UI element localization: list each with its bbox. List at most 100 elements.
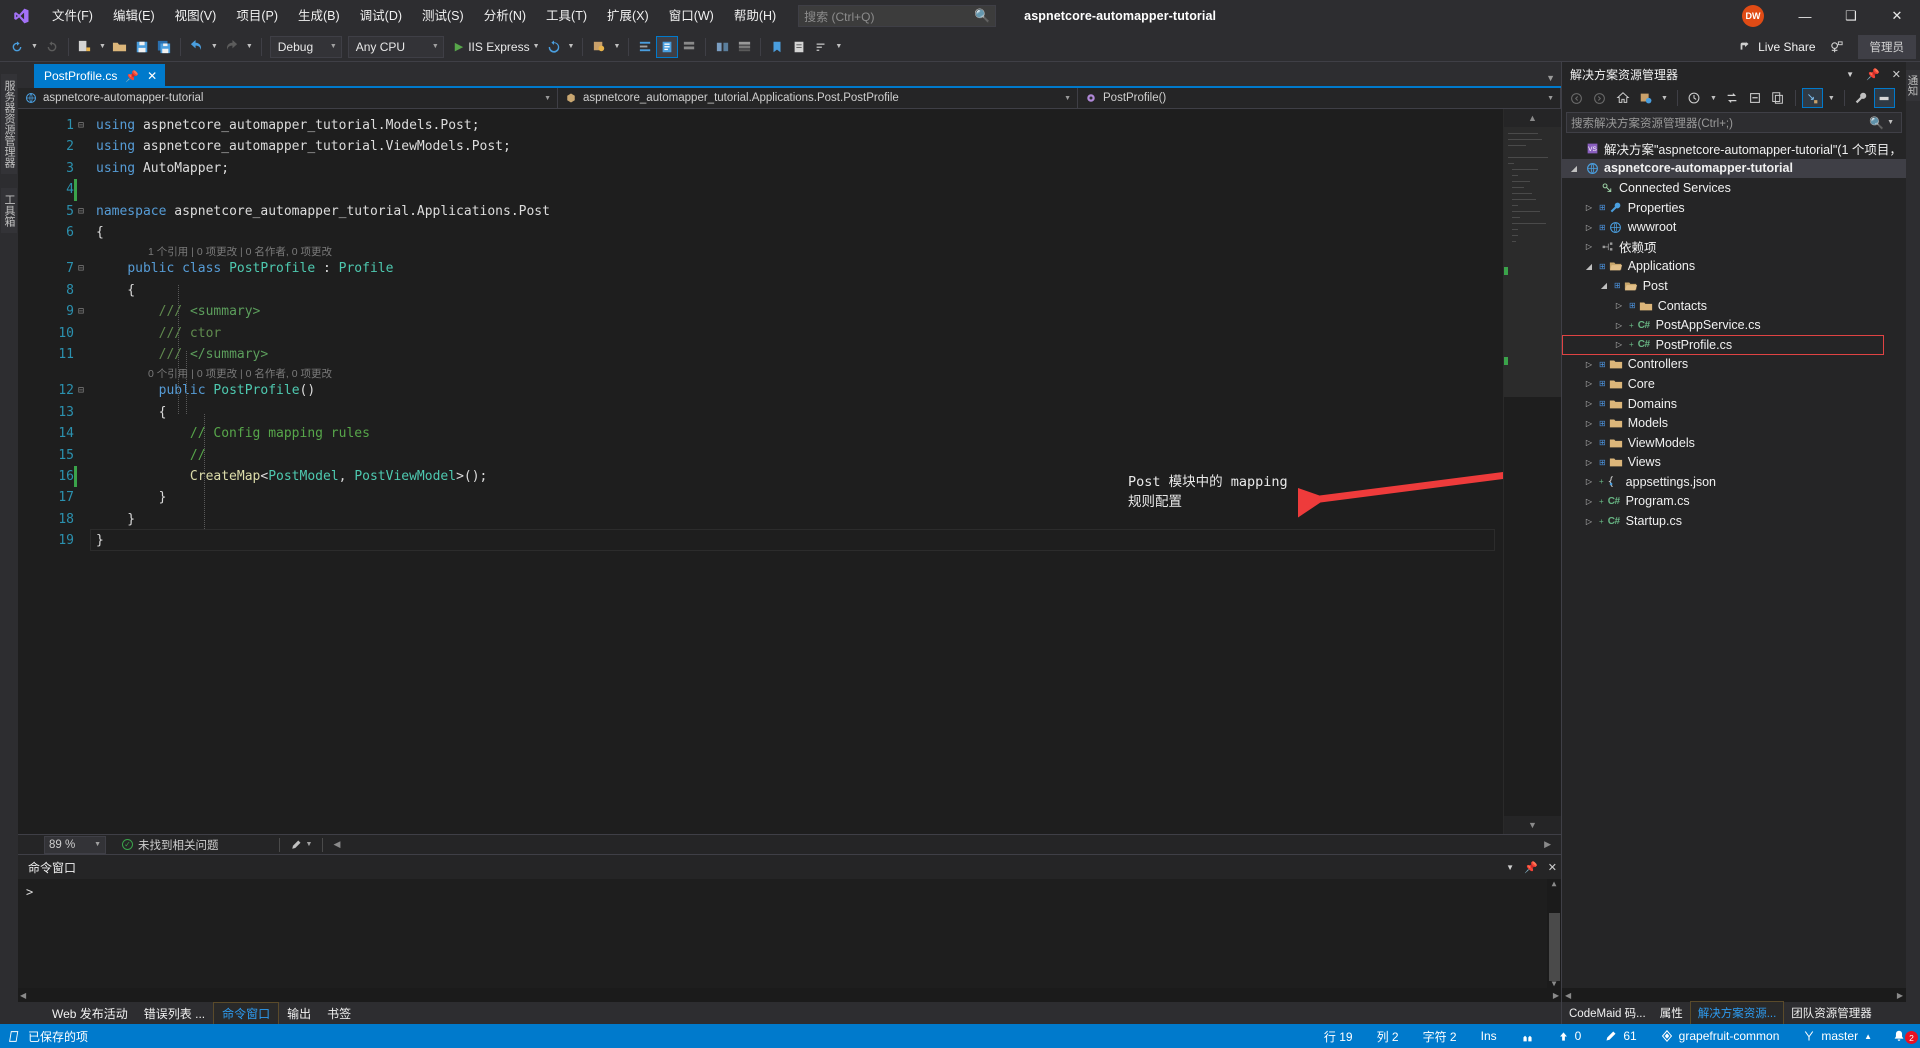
- solution-explorer-search[interactable]: 搜索解决方案资源管理器(Ctrl+;) 🔍 ▼: [1566, 112, 1902, 133]
- collapse-all-icon[interactable]: [1745, 88, 1766, 108]
- status-pending-up[interactable]: 0: [1546, 1029, 1594, 1043]
- properties-icon[interactable]: [1851, 88, 1872, 108]
- menu-tools[interactable]: 工具(T): [536, 0, 597, 32]
- pin-icon[interactable]: 📌: [1866, 68, 1880, 81]
- navigate-forward-icon[interactable]: [41, 36, 63, 58]
- note-icon[interactable]: [788, 36, 810, 58]
- expander-closed-icon[interactable]: ▷: [1583, 458, 1595, 467]
- browser-link-icon[interactable]: [678, 36, 700, 58]
- navigate-back-icon[interactable]: [6, 36, 28, 58]
- live-preview-icon[interactable]: [656, 35, 679, 58]
- solution-configuration-combo[interactable]: Debug ▼: [269, 35, 342, 58]
- step-layout-icon[interactable]: [634, 36, 656, 58]
- show-all-files-icon[interactable]: [1768, 88, 1789, 108]
- undo-dropdown-caret-icon[interactable]: ▼: [208, 43, 221, 50]
- document-tab-postprofile[interactable]: PostProfile.cs 📌 ✕: [34, 64, 166, 88]
- hscroll-left-icon[interactable]: ◀: [20, 991, 26, 1000]
- preview-selected-icon[interactable]: [1801, 88, 1823, 108]
- expander-closed-icon[interactable]: ▷: [1583, 419, 1595, 428]
- chevron-down-icon[interactable]: ▼: [1825, 95, 1838, 102]
- status-repository[interactable]: grapefruit-common: [1649, 1029, 1792, 1043]
- code-line[interactable]: {: [96, 402, 167, 423]
- run-play-icon[interactable]: ▶: [455, 40, 463, 53]
- tree-node-connectedservices[interactable]: Connected Services: [1562, 178, 1906, 198]
- fold-toggle-icon[interactable]: ⊟: [78, 201, 84, 222]
- restart-icon[interactable]: [543, 36, 565, 58]
- tab-error-list[interactable]: 错误列表 ...: [136, 1003, 213, 1024]
- close-icon[interactable]: ✕: [147, 69, 157, 83]
- new-project-icon[interactable]: [74, 36, 96, 58]
- code-line[interactable]: using AutoMapper;: [96, 158, 229, 179]
- tree-node-controllers[interactable]: ▷ ⊞ Controllers: [1562, 355, 1906, 375]
- tree-node-domains[interactable]: ▷ ⊞ Domains: [1562, 394, 1906, 414]
- code-minimap[interactable]: [1504, 127, 1561, 816]
- code-line[interactable]: namespace aspnetcore_automapper_tutorial…: [96, 201, 550, 222]
- redo-icon[interactable]: [221, 36, 243, 58]
- close-icon[interactable]: ✕: [1874, 0, 1920, 32]
- command-window-hscrollbar[interactable]: ◀ ▶: [18, 988, 1561, 1002]
- open-file-icon[interactable]: [109, 36, 131, 58]
- expander-closed-icon[interactable]: ▷: [1583, 517, 1595, 526]
- expander-closed-icon[interactable]: ▷: [1613, 301, 1625, 310]
- menu-project[interactable]: 项目(P): [226, 0, 288, 32]
- code-line[interactable]: /// ctor: [96, 323, 222, 344]
- code-editor[interactable]: 1 ⊟ using aspnetcore_automapper_tutorial.M…: [18, 109, 1561, 834]
- minimap-viewport[interactable]: [1504, 127, 1561, 397]
- chevron-down-icon[interactable]: ▼: [544, 95, 551, 102]
- status-branch[interactable]: master ▲: [1791, 1029, 1884, 1043]
- code-line[interactable]: //: [96, 445, 206, 466]
- redo-dropdown-caret-icon[interactable]: ▼: [243, 43, 256, 50]
- code-line[interactable]: }: [96, 487, 167, 508]
- menu-build[interactable]: 生成(B): [288, 0, 350, 32]
- avatar[interactable]: DW: [1742, 5, 1764, 27]
- live-share-button[interactable]: Live Share: [1728, 35, 1825, 59]
- tree-node-startup.cs[interactable]: ▷ + C# Startup.cs: [1562, 511, 1906, 531]
- tree-node-aspnetcoreautomappertutorial[interactable]: ◢ aspnetcore-automapper-tutorial: [1562, 158, 1906, 179]
- sync-icon[interactable]: [1722, 88, 1743, 108]
- code-line[interactable]: {: [96, 280, 135, 301]
- close-icon[interactable]: ✕: [1892, 68, 1901, 81]
- vtab-toolbox[interactable]: 工具箱: [1, 188, 17, 233]
- bookmark-icon[interactable]: [766, 36, 788, 58]
- run-target-label[interactable]: IIS Express: [468, 40, 529, 54]
- zoom-level-combo[interactable]: 89 % ▼: [44, 835, 106, 854]
- fold-toggle-icon[interactable]: ⊟: [78, 258, 84, 279]
- tree-node-core[interactable]: ▷ ⊞ Core: [1562, 374, 1906, 394]
- expander-open-icon[interactable]: ◢: [1568, 164, 1580, 173]
- tree-node-models[interactable]: ▷ ⊞ Models: [1562, 413, 1906, 433]
- tree-node-appsettings.json[interactable]: ▷ + appsettings.json: [1562, 472, 1906, 492]
- back-icon[interactable]: [1566, 88, 1587, 108]
- vtab-notifications[interactable]: 通知: [1905, 70, 1920, 101]
- chevron-down-icon[interactable]: ▼: [1846, 70, 1854, 79]
- vtab-server-explorer[interactable]: 服务器资源管理器: [1, 74, 17, 174]
- menu-window[interactable]: 窗口(W): [659, 0, 724, 32]
- expander-closed-icon[interactable]: ▷: [1583, 399, 1595, 408]
- expander-closed-icon[interactable]: ▷: [1583, 223, 1595, 232]
- expander-closed-icon[interactable]: ▷: [1613, 321, 1625, 330]
- status-notifications[interactable]: 2: [1884, 1029, 1920, 1044]
- menu-analyze[interactable]: 分析(N): [474, 0, 536, 32]
- tab-properties[interactable]: 属性: [1653, 1002, 1690, 1024]
- tree-node-postappservice.cs[interactable]: ▷ + C# PostAppService.cs: [1562, 315, 1906, 335]
- fold-toggle-icon[interactable]: ⊟: [78, 115, 84, 136]
- run-dropdown-caret-icon[interactable]: ▼: [530, 43, 543, 50]
- hscroll-left-icon[interactable]: ◀: [1565, 991, 1571, 1000]
- menu-debug[interactable]: 调试(D): [350, 0, 412, 32]
- process-dropdown-caret-icon[interactable]: ▼: [610, 43, 623, 50]
- expander-closed-icon[interactable]: ▷: [1583, 497, 1595, 506]
- tree-node-viewmodels[interactable]: ▷ ⊞ ViewModels: [1562, 433, 1906, 453]
- status-insert-mode[interactable]: Ins: [1469, 1029, 1509, 1043]
- chevron-down-icon[interactable]: ▼: [1884, 119, 1897, 126]
- refresh-icon[interactable]: [1873, 88, 1895, 108]
- tree-node-aspnetcoreautomappertutorial1[interactable]: VS 解决方案"aspnetcore-automapper-tutorial"(1…: [1562, 139, 1906, 159]
- code-line[interactable]: public class PostProfile : Profile: [96, 258, 393, 279]
- breadcrumb-member[interactable]: PostProfile() ▼: [1078, 88, 1561, 108]
- chevron-down-icon[interactable]: ▼: [1506, 863, 1514, 872]
- menu-help[interactable]: 帮助(H): [724, 0, 786, 32]
- chevron-down-icon[interactable]: ▼: [1064, 95, 1071, 102]
- save-icon[interactable]: [131, 36, 153, 58]
- quick-launch-search[interactable]: 搜索 (Ctrl+Q) 🔍: [798, 5, 997, 27]
- tree-node-[interactable]: ▷ 依赖项: [1562, 237, 1906, 257]
- pending-changes-icon[interactable]: [1635, 88, 1656, 108]
- solution-tree[interactable]: VS 解决方案"aspnetcore-automapper-tutorial"(1…: [1562, 137, 1906, 988]
